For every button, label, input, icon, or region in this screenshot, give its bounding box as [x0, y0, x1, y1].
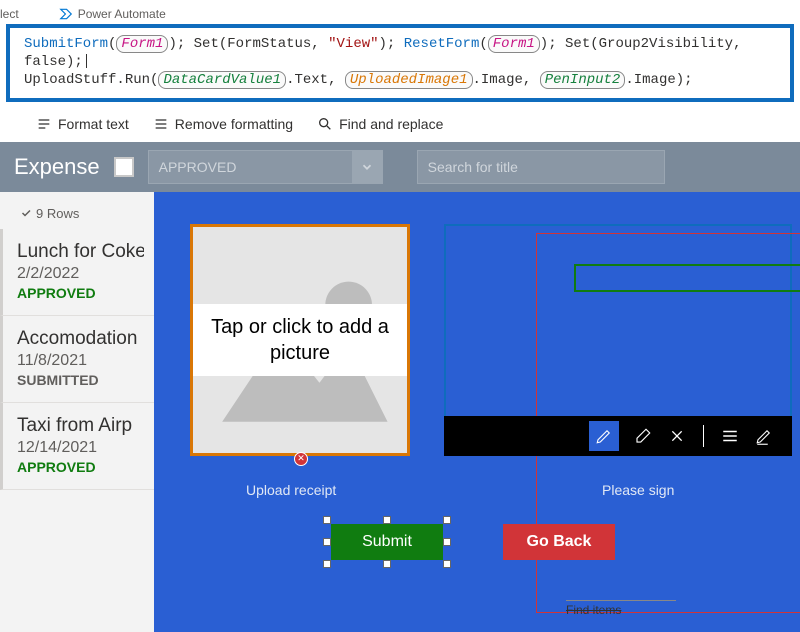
upload-label: Upload receipt: [246, 482, 336, 498]
search-input[interactable]: Search for title: [417, 150, 665, 184]
chevron-down-icon: [352, 151, 382, 183]
list-item-date: 2/2/2022: [17, 265, 144, 283]
list-panel: 9 Rows Lunch for Coke 2/2/2022 APPROVED …: [0, 192, 154, 632]
status-badge: SUBMITTED: [17, 372, 144, 388]
pen-erase-icon[interactable]: [633, 426, 653, 446]
find-replace-button[interactable]: Find and replace: [317, 116, 443, 132]
formula-line-1: SubmitForm(Form1); Set(FormStatus, "View…: [24, 35, 780, 71]
power-automate-icon: [59, 7, 73, 21]
remove-formatting-icon: [153, 116, 169, 132]
list-item-title: Accomodation: [17, 328, 144, 350]
list-item[interactable]: Taxi from Airp 12/14/2021 APPROVED: [0, 403, 154, 490]
form-canvas[interactable]: Tap or click to add a picture ✕ Upload r…: [154, 192, 800, 632]
formula-toolbar: Format text Remove formatting Find and r…: [0, 102, 800, 142]
tab-select[interactable]: lect: [0, 7, 19, 21]
pen-clear-icon[interactable]: [667, 426, 687, 446]
sign-label: Please sign: [602, 482, 674, 498]
upload-picture-control[interactable]: Tap or click to add a picture: [190, 224, 410, 456]
pen-toolbar: [444, 416, 792, 456]
list-item[interactable]: Lunch for Coke 2/2/2022 APPROVED: [0, 229, 154, 316]
list-item-date: 11/8/2021: [17, 352, 144, 370]
remove-formatting-button[interactable]: Remove formatting: [153, 116, 293, 132]
list-item-title: Lunch for Coke: [17, 241, 144, 263]
tab-power-automate[interactable]: Power Automate: [78, 7, 166, 21]
separator: [703, 425, 704, 447]
list-item-title: Taxi from Airp: [17, 415, 144, 437]
formula-line-2: UploadStuff.Run(DataCardValue1.Text, Upl…: [24, 71, 780, 89]
top-tabs: lect Power Automate: [0, 0, 800, 24]
text-caret: [86, 54, 87, 68]
app-header: Expense APPROVED Search for title: [0, 142, 800, 192]
list-item-date: 12/14/2021: [17, 439, 144, 457]
pen-width-icon[interactable]: [720, 426, 740, 446]
check-icon: [20, 207, 32, 219]
upload-prompt-text: Tap or click to add a picture: [193, 304, 407, 376]
signature-line[interactable]: [574, 264, 800, 292]
status-dropdown[interactable]: APPROVED: [148, 150, 383, 184]
search-placeholder: Search for title: [428, 159, 518, 175]
remove-icon[interactable]: ✕: [294, 452, 308, 466]
pen-draw-icon[interactable]: [589, 421, 619, 451]
find-items-text: Find items: [566, 600, 676, 617]
search-icon: [317, 116, 333, 132]
app-preview: Expense APPROVED Search for title 9 Rows…: [0, 142, 800, 632]
pen-color-icon[interactable]: [754, 426, 774, 446]
status-badge: APPROVED: [17, 285, 144, 301]
approved-checkbox[interactable]: [114, 157, 134, 177]
formula-bar[interactable]: SubmitForm(Form1); Set(FormStatus, "View…: [6, 24, 794, 102]
submit-button[interactable]: Submit: [331, 524, 443, 560]
format-text-icon: [36, 116, 52, 132]
go-back-button[interactable]: Go Back: [503, 524, 615, 560]
status-badge: APPROVED: [17, 459, 144, 475]
list-item[interactable]: Accomodation 11/8/2021 SUBMITTED: [0, 316, 154, 403]
row-count-label: 9 Rows: [0, 192, 154, 229]
dropdown-value: APPROVED: [159, 159, 237, 175]
page-title: Expense: [14, 154, 100, 180]
format-text-button[interactable]: Format text: [36, 116, 129, 132]
